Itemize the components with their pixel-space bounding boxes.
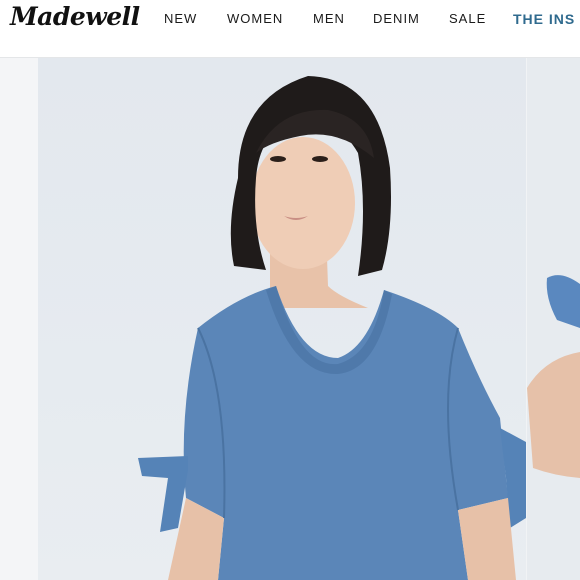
nav-item-new[interactable]: NEW bbox=[164, 11, 197, 26]
nav-item-the-inside[interactable]: THE INS bbox=[513, 11, 575, 27]
nav-item-sale[interactable]: SALE bbox=[449, 11, 486, 26]
next-slide-image bbox=[527, 275, 580, 478]
nav-item-women[interactable]: WOMEN bbox=[227, 11, 283, 26]
next-slide-preview[interactable] bbox=[527, 58, 580, 580]
previous-slide-edge[interactable] bbox=[0, 58, 38, 580]
model-illustration bbox=[138, 76, 526, 580]
hero-product-photo[interactable] bbox=[38, 58, 526, 580]
nav-item-denim[interactable]: DENIM bbox=[373, 11, 420, 26]
nav-item-men[interactable]: MEN bbox=[313, 11, 345, 26]
product-image-carousel[interactable] bbox=[0, 58, 580, 580]
brand-logo[interactable]: Madewell bbox=[10, 2, 140, 31]
top-navigation-bar: Madewell NEW WOMEN MEN DENIM SALE THE IN… bbox=[0, 0, 580, 58]
